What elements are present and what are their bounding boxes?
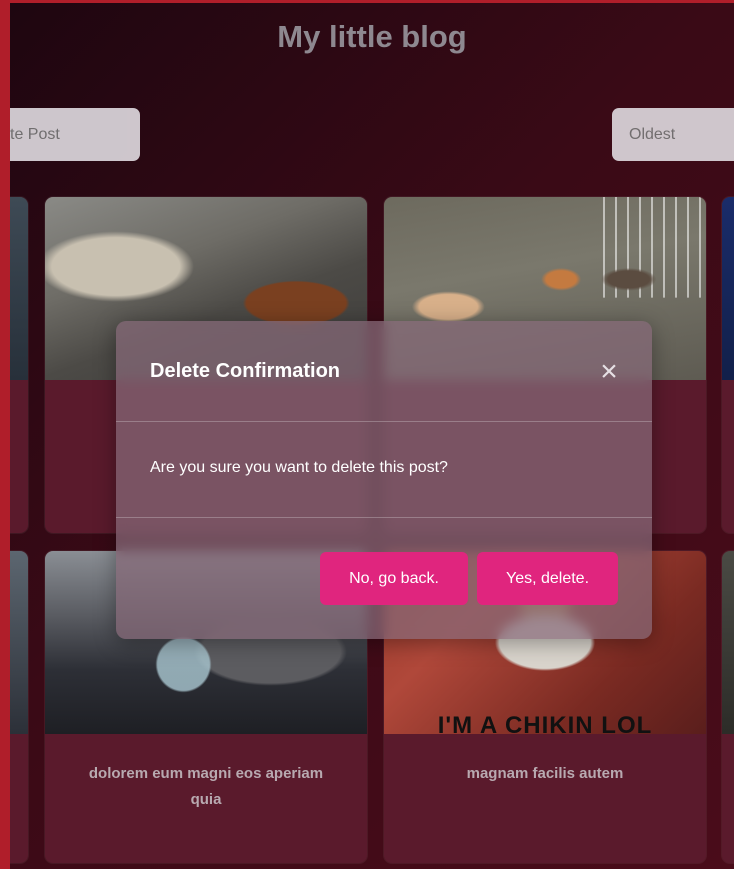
modal-body: Are you sure you want to delete this pos… [116,421,652,518]
window-frame-left [0,0,10,869]
window-frame-top [0,0,734,3]
modal-header: Delete Confirmation × [116,321,652,422]
confirm-delete-button[interactable]: Yes, delete. [477,552,618,605]
close-icon[interactable]: × [594,357,624,387]
delete-confirmation-modal: Delete Confirmation × Are you sure you w… [116,321,652,639]
modal-title: Delete Confirmation [150,360,341,382]
cancel-button[interactable]: No, go back. [320,552,468,605]
modal-message: Are you sure you want to delete this pos… [150,459,448,476]
